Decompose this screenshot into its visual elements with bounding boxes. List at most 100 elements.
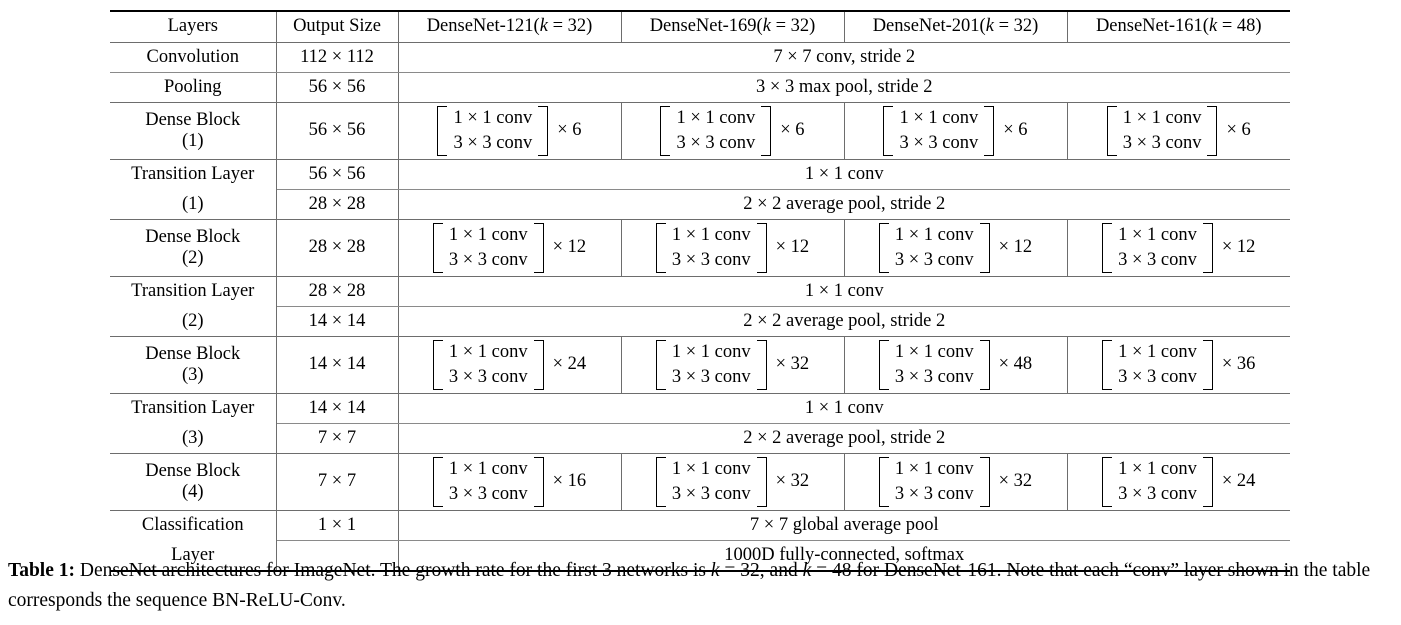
conv-line-1: 1 × 1 conv <box>1118 341 1197 362</box>
bracket-left-icon <box>660 106 671 156</box>
row-label-dense-block-3: Dense Block (3) <box>110 336 277 394</box>
densenet-architecture-table: Layers Output Size DenseNet-121(k = 32) … <box>110 10 1290 572</box>
bracket-right-icon <box>1202 340 1213 390</box>
table-row-pooling: Pooling 56 × 56 3 × 3 max pool, stride 2 <box>110 72 1290 103</box>
conv-block: 1 × 1 conv 3 × 3 conv × 6 <box>845 103 1067 159</box>
spec-dense-block-2-densenet-121: 1 × 1 conv 3 × 3 conv × 12 <box>398 219 622 277</box>
bracket-group: 1 × 1 conv 3 × 3 conv <box>1102 457 1213 507</box>
bracket-right-icon <box>761 106 772 156</box>
header-growth-rate-symbol: k <box>1208 16 1218 37</box>
bracket-left-icon <box>655 457 666 507</box>
conv-lines: 1 × 1 conv 3 × 3 conv <box>1112 223 1203 273</box>
bracket-right-icon <box>979 340 990 390</box>
conv-block: 1 × 1 conv 3 × 3 conv × 12 <box>399 220 621 276</box>
block-multiplier: × 12 <box>1221 237 1256 258</box>
spec-dense-block-2-densenet-161: 1 × 1 conv 3 × 3 conv × 12 <box>1067 219 1291 277</box>
spec-dense-block-3-densenet-169: 1 × 1 conv 3 × 3 conv × 32 <box>621 336 845 394</box>
conv-lines: 1 × 1 conv 3 × 3 conv <box>1112 340 1203 390</box>
block-multiplier: × 36 <box>1221 354 1256 375</box>
spec-dense-block-1-densenet-201: 1 × 1 conv 3 × 3 conv × 6 <box>844 102 1068 160</box>
spec-transition-2b: 2 × 2 average pool, stride 2 <box>398 306 1290 337</box>
caption-text-part-1: DenseNet architectures for ImageNet. The… <box>75 560 711 581</box>
header-growth-rate-symbol: k <box>539 16 548 37</box>
conv-block: 1 × 1 conv 3 × 3 conv × 6 <box>622 103 844 159</box>
conv-line-1: 1 × 1 conv <box>671 224 751 245</box>
conv-block: 1 × 1 conv 3 × 3 conv × 16 <box>399 454 621 510</box>
conv-block: 1 × 1 conv 3 × 3 conv × 12 <box>622 220 844 276</box>
bracket-right-icon <box>1207 106 1218 156</box>
spec-transition-3a: 1 × 1 conv <box>398 393 1290 424</box>
bracket-group: 1 × 1 conv 3 × 3 conv <box>432 457 544 507</box>
block-multiplier: × 48 <box>998 354 1033 375</box>
conv-lines: 1 × 1 conv 3 × 3 conv <box>889 223 980 273</box>
output-size-transition-2b: 14 × 14 <box>276 306 399 337</box>
spec-classification-a: 7 × 7 global average pool <box>398 510 1290 541</box>
row-label-transition-2: Transition Layer <box>110 276 277 307</box>
bracket-right-icon <box>756 223 767 273</box>
spec-dense-block-3-densenet-161: 1 × 1 conv 3 × 3 conv × 36 <box>1067 336 1290 394</box>
spec-transition-1a: 1 × 1 conv <box>398 159 1290 190</box>
bracket-left-icon <box>1102 223 1113 273</box>
bracket-left-icon <box>878 340 889 390</box>
bracket-left-icon <box>1102 457 1113 507</box>
row-label-transition-1: Transition Layer <box>110 159 277 190</box>
table-row-dense-block-4: Dense Block (4) 7 × 7 1 × 1 conv 3 × 3 c… <box>110 453 1291 511</box>
bracket-left-icon <box>432 340 443 390</box>
conv-block: 1 × 1 conv 3 × 3 conv × 12 <box>1068 220 1291 276</box>
output-size-dense-block-3: 14 × 14 <box>276 336 399 394</box>
bracket-group: 1 × 1 conv 3 × 3 conv <box>437 106 549 156</box>
dense-block-4-title: Dense Block <box>145 460 241 481</box>
output-size-convolution: 112 × 112 <box>276 42 399 73</box>
block-multiplier: × 12 <box>552 237 587 258</box>
conv-line-2: 3 × 3 conv <box>894 483 974 504</box>
row-label-transition-3: Transition Layer <box>110 393 277 424</box>
header-growth-rate-value: = 32) <box>547 16 593 37</box>
dense-block-1-title: Dense Block <box>145 109 241 130</box>
conv-line-2: 3 × 3 conv <box>671 249 751 270</box>
spec-transition-1b: 2 × 2 average pool, stride 2 <box>398 189 1290 220</box>
bracket-left-icon <box>1106 106 1117 156</box>
bracket-right-icon <box>533 223 544 273</box>
spec-pooling: 3 × 3 max pool, stride 2 <box>398 72 1290 103</box>
bracket-group: 1 × 1 conv 3 × 3 conv <box>878 223 990 273</box>
conv-block: 1 × 1 conv 3 × 3 conv × 48 <box>845 337 1067 393</box>
bracket-right-icon <box>1202 223 1213 273</box>
bracket-left-icon <box>878 457 889 507</box>
conv-block: 1 × 1 conv 3 × 3 conv × 24 <box>399 337 621 393</box>
conv-lines: 1 × 1 conv 3 × 3 conv <box>670 106 761 156</box>
bracket-group: 1 × 1 conv 3 × 3 conv <box>1102 340 1213 390</box>
conv-line-1: 1 × 1 conv <box>676 107 756 128</box>
spec-dense-block-4-densenet-201: 1 × 1 conv 3 × 3 conv × 32 <box>844 453 1068 511</box>
bracket-right-icon <box>1202 457 1213 507</box>
conv-line-2: 3 × 3 conv <box>1118 366 1197 387</box>
output-size-pooling: 56 × 56 <box>276 72 399 103</box>
block-multiplier: × 32 <box>998 471 1033 492</box>
conv-line-1: 1 × 1 conv <box>453 107 533 128</box>
table-header-row: Layers Output Size DenseNet-121(k = 32) … <box>110 10 1290 43</box>
conv-lines: 1 × 1 conv 3 × 3 conv <box>1112 457 1203 507</box>
conv-lines: 1 × 1 conv 3 × 3 conv <box>889 340 980 390</box>
bracket-group: 1 × 1 conv 3 × 3 conv <box>1106 106 1218 156</box>
conv-lines: 1 × 1 conv 3 × 3 conv <box>447 106 538 156</box>
table-row-transition-3a: Transition Layer 14 × 14 1 × 1 conv <box>110 393 1290 424</box>
block-multiplier: × 6 <box>1226 120 1251 141</box>
dense-block-3-title: Dense Block <box>145 343 241 364</box>
output-size-transition-1a: 56 × 56 <box>276 159 399 190</box>
conv-block: 1 × 1 conv 3 × 3 conv × 24 <box>1068 454 1291 510</box>
bracket-left-icon <box>432 457 443 507</box>
conv-line-2: 3 × 3 conv <box>448 249 528 270</box>
header-growth-rate-symbol: k <box>762 16 771 37</box>
block-multiplier: × 6 <box>780 120 805 141</box>
output-size-transition-3a: 14 × 14 <box>276 393 399 424</box>
bracket-right-icon <box>984 106 995 156</box>
conv-lines: 1 × 1 conv 3 × 3 conv <box>889 457 980 507</box>
conv-line-1: 1 × 1 conv <box>1118 224 1197 245</box>
row-index-transition-2: (2) <box>110 306 277 337</box>
bracket-group: 1 × 1 conv 3 × 3 conv <box>1102 223 1213 273</box>
header-output-size: Output Size <box>276 10 399 43</box>
spec-dense-block-2-densenet-201: 1 × 1 conv 3 × 3 conv × 12 <box>844 219 1068 277</box>
conv-block: 1 × 1 conv 3 × 3 conv × 12 <box>845 220 1067 276</box>
table-row-classification-a: Classification 1 × 1 7 × 7 global averag… <box>110 510 1290 541</box>
conv-line-2: 3 × 3 conv <box>894 249 974 270</box>
row-label-classification: Classification <box>110 510 277 541</box>
